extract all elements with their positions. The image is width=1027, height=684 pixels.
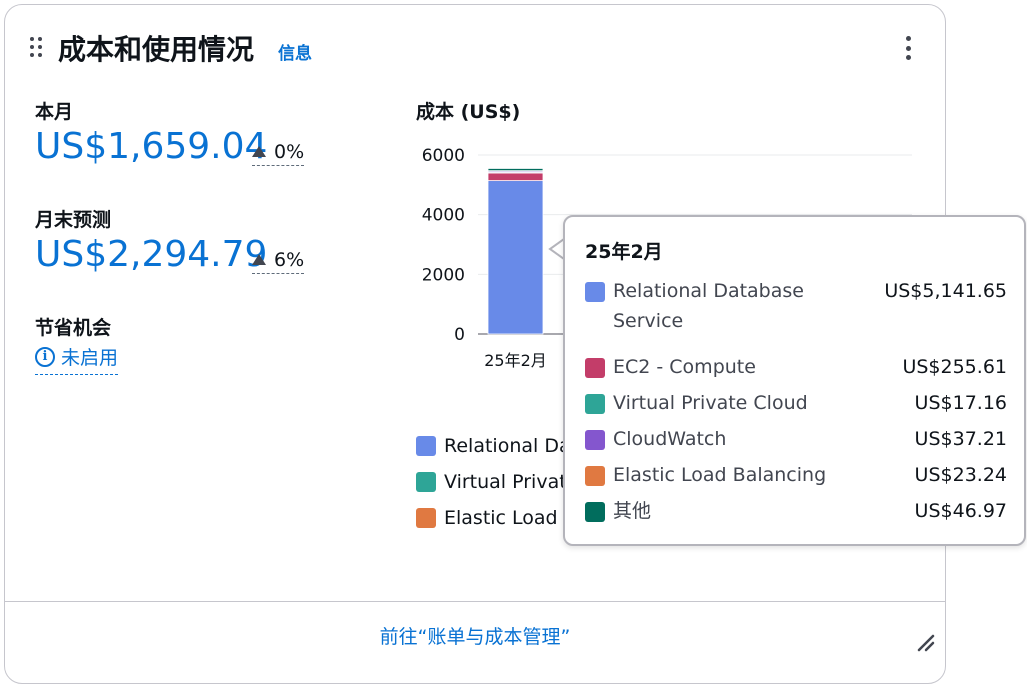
legend-item[interactable]: Virtual Privat: [416, 471, 567, 493]
tooltip-swatch: [585, 394, 605, 414]
legend-label: Relational Da: [444, 435, 571, 457]
tooltip-row: 其他 US$46.97: [585, 499, 1007, 526]
tooltip-title: 25年2月: [585, 241, 663, 263]
footer-divider: [4, 601, 946, 602]
tooltip-series-name: EC2 - Compute: [613, 356, 756, 378]
legend-item[interactable]: Relational Da: [416, 435, 571, 457]
x-tick-label: 25年2月: [484, 351, 547, 370]
tooltip-series-name: Relational Database Service: [613, 280, 804, 332]
tooltip-swatch: [585, 430, 605, 450]
bar-segment: [487, 172, 544, 182]
legend-label: Elastic Load: [444, 507, 558, 529]
legend-item[interactable]: Elastic Load: [416, 507, 558, 529]
tooltip-swatch: [585, 466, 605, 486]
legend-label: Virtual Privat: [444, 471, 567, 493]
legend-swatch: [416, 472, 436, 492]
tooltip-swatch: [585, 358, 605, 378]
tooltip-swatch: [585, 502, 605, 522]
tooltip-row: Virtual Private Cloud US$17.16: [585, 391, 1007, 418]
tooltip-series-name: Elastic Load Balancing: [613, 464, 827, 486]
tooltip-row: CloudWatch US$37.21: [585, 427, 1007, 454]
resize-handle-icon[interactable]: [915, 632, 935, 652]
y-tick-label: 4000: [422, 206, 465, 226]
tooltip-series-value: US$46.97: [914, 500, 1007, 522]
tooltip-series-value: US$37.21: [914, 428, 1007, 450]
tooltip-series-value: US$255.61: [902, 356, 1007, 378]
y-tick-label: 0: [454, 325, 465, 345]
tooltip-series-name: CloudWatch: [613, 428, 727, 450]
tooltip-series-value: US$23.24: [914, 464, 1007, 486]
tooltip-series-value: US$5,141.65: [884, 280, 1007, 302]
y-tick-label: 2000: [422, 265, 465, 285]
legend-swatch: [416, 508, 436, 528]
legend-swatch: [416, 436, 436, 456]
tooltip-row: Elastic Load Balancing US$23.24: [585, 463, 1007, 490]
bar-segment: [487, 180, 544, 335]
billing-link[interactable]: 前往“账单与成本管理”: [0, 622, 950, 649]
tooltip-series-name: Virtual Private Cloud: [613, 392, 808, 414]
tooltip-swatch: [585, 282, 605, 302]
tooltip-row: EC2 - Compute US$255.61: [585, 355, 1007, 382]
tooltip-series-value: US$17.16: [914, 392, 1007, 414]
y-tick-label: 6000: [422, 146, 465, 166]
chart-tooltip: 25年2月 Relational Database Service US$5,14…: [563, 215, 1026, 546]
tooltip-series-name: 其他: [613, 500, 652, 522]
bar-segment: [487, 168, 544, 172]
tooltip-row: Relational Database Service US$5,141.65: [585, 279, 1007, 336]
